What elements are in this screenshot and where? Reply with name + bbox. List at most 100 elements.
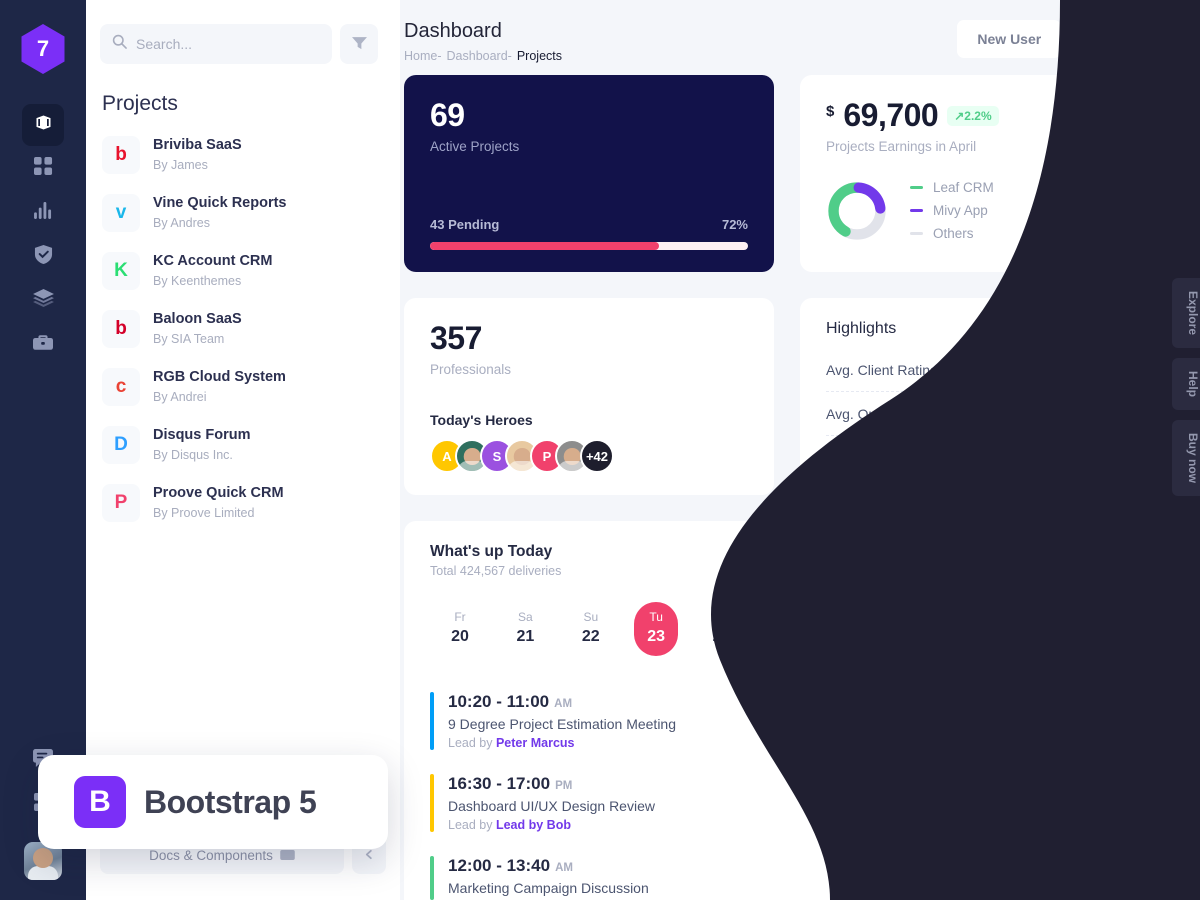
day-cell[interactable]: Fri 27 xyxy=(896,602,940,656)
day-weekday: Tu xyxy=(649,610,663,624)
day-weekday: Su xyxy=(1041,610,1056,624)
whats-up-title: What's up Today xyxy=(430,543,553,560)
highlights-rows: Avg. Client Rating ↗ 7.8/10 Avg. Quotes ↙ 730… xyxy=(826,348,1144,479)
day-cell[interactable]: Fr 20 xyxy=(438,602,482,656)
legend-label: Mivy App xyxy=(933,203,988,218)
event-row: 12:00 - 13:40 AM Marketing Campaign Discus… xyxy=(430,844,1144,900)
bar-chart-icon xyxy=(33,202,53,224)
day-cell[interactable]: Tu 23 xyxy=(634,602,679,656)
project-item[interactable]: K KC Account CRM By Keenthemes xyxy=(100,242,386,300)
event-lead-name[interactable]: Peter Marcus xyxy=(496,736,575,750)
search-input[interactable] xyxy=(136,36,320,52)
event-lead-name[interactable]: Lead by Bob xyxy=(496,818,571,832)
main-content: Dashboard Home- Dashboard- Projects New Us… xyxy=(400,0,1200,900)
rail-item-layers[interactable] xyxy=(22,280,64,322)
project-item[interactable]: D Disqus Forum By Disqus Inc. xyxy=(100,416,386,474)
event-row: 10:20 - 11:00 AM 9 Degree Project Estimati… xyxy=(430,680,1144,762)
event-lead-prefix: Lead by xyxy=(448,818,496,832)
day-number: 28 xyxy=(974,628,993,645)
project-item[interactable]: b Baloon SaaS By SIA Team xyxy=(100,300,386,358)
cube-icon xyxy=(33,112,54,138)
project-text: Vine Quick Reports By Andres xyxy=(153,194,287,232)
earnings-change-value: 2.2% xyxy=(964,108,992,123)
progress-fill xyxy=(430,242,659,250)
rail-item-grid[interactable] xyxy=(22,148,64,190)
filter-button[interactable] xyxy=(340,24,378,64)
breadcrumb: Home- Dashboard- Projects xyxy=(404,49,562,63)
highlight-label: Avg. Client Rating xyxy=(826,361,938,378)
whats-up-titles: What's up Today Total 424,567 deliveries xyxy=(430,543,561,578)
new-goal-button[interactable]: New Goal xyxy=(1071,20,1175,58)
event-time-row: 12:00 - 13:40 AM xyxy=(448,856,649,876)
dashboard-screen: 7 Search... Projects b Briviba SaaS By J… xyxy=(0,0,1200,900)
event-ampm: AM xyxy=(555,862,573,874)
breadcrumb-item[interactable]: Dashboard- xyxy=(447,49,512,63)
keyboard-icon xyxy=(280,848,295,863)
rail-item-cube[interactable] xyxy=(22,104,64,146)
progress-track xyxy=(430,242,748,250)
highlight-suffix: /10 xyxy=(1125,362,1144,377)
trend-arrow-icon: ↙ xyxy=(1090,405,1102,421)
event-view-button[interactable]: View xyxy=(1080,705,1144,737)
legend-value: $2,820 xyxy=(1102,203,1144,218)
event-view-button[interactable]: View xyxy=(1080,862,1144,894)
earnings-change-badge: ↗2.2% xyxy=(947,105,999,126)
event-time: 16:30 - 17:00 xyxy=(448,774,551,793)
project-item[interactable]: c RGB Cloud System By Andrei xyxy=(100,358,386,416)
edge-tab[interactable]: Buy now xyxy=(1172,420,1200,497)
report-center-button[interactable]: Report Cecnter xyxy=(1018,543,1144,577)
legend-row: Others $45,257 xyxy=(910,222,1144,245)
breadcrumb-item[interactable]: Home- xyxy=(404,49,442,63)
project-logo-icon: D xyxy=(102,426,140,464)
arrow-up-icon: ↗ xyxy=(954,108,965,123)
new-user-button[interactable]: New User xyxy=(957,20,1062,58)
earnings-amount-row: $ 69,700 ↗2.2% xyxy=(826,97,1144,134)
app-logo[interactable]: 7 xyxy=(21,24,65,74)
edge-tab[interactable]: Explore xyxy=(1172,278,1200,349)
project-name: RGB Cloud System xyxy=(153,369,286,386)
whats-up-header: What's up Today Total 424,567 deliveries… xyxy=(430,543,1144,578)
day-cell[interactable]: Su 29 xyxy=(1027,602,1071,656)
project-text: Proove Quick CRM By Proove Limited xyxy=(153,484,284,522)
professionals-card: 357 Professionals Today's Heroes A S P +42 xyxy=(404,298,774,495)
rail-item-security[interactable] xyxy=(22,236,64,278)
project-item[interactable]: b Briviba SaaS By James xyxy=(100,126,386,184)
avatar-overflow-count[interactable]: +42 xyxy=(580,439,614,473)
bootstrap-promo-card[interactable]: B Bootstrap 5 xyxy=(38,755,388,849)
day-number: 26 xyxy=(843,628,862,645)
pending-label: 43 Pending xyxy=(430,217,500,232)
earnings-card: $ 69,700 ↗2.2% Projects Earnings in Apri… xyxy=(800,75,1170,272)
layers-icon xyxy=(32,289,54,313)
day-number: 30 xyxy=(1105,628,1123,645)
day-cell[interactable]: We 25 xyxy=(765,602,809,656)
day-cell[interactable]: Su 22 xyxy=(569,602,613,656)
project-text: RGB Cloud System By Andrei xyxy=(153,368,286,406)
event-view-button[interactable]: View xyxy=(1080,787,1144,819)
rail-item-projects[interactable] xyxy=(22,324,64,366)
rail-item-analytics[interactable] xyxy=(22,192,64,234)
project-author: By Keenthemes xyxy=(153,273,242,288)
highlights-card: Highlights Avg. Client Rating ↗ 7.8/10 Avg.… xyxy=(800,298,1170,495)
event-accent-bar xyxy=(430,692,434,750)
day-cell[interactable]: Th 26 xyxy=(830,602,874,656)
edge-tab[interactable]: Help xyxy=(1172,358,1200,411)
project-item[interactable]: P Proove Quick CRM By Proove Limited xyxy=(100,474,386,532)
events-list: 10:20 - 11:00 AM 9 Degree Project Estimati… xyxy=(430,680,1144,900)
project-text: Briviba SaaS By James xyxy=(153,136,242,174)
search-box[interactable] xyxy=(100,24,332,64)
day-cell[interactable]: Tu 24 xyxy=(700,602,744,656)
day-number: 27 xyxy=(908,628,927,645)
day-number: 25 xyxy=(778,628,796,645)
project-logo-icon: v xyxy=(102,194,140,232)
project-text: Disqus Forum By Disqus Inc. xyxy=(153,426,250,464)
active-projects-count: 69 xyxy=(430,97,465,133)
day-cell[interactable]: Sa 28 xyxy=(961,602,1005,656)
project-author: By Andrei xyxy=(153,389,207,404)
active-projects-card: 69 Active Projects 43 Pending 72% xyxy=(404,75,774,272)
project-item[interactable]: v Vine Quick Reports By Andres xyxy=(100,184,386,242)
day-cell[interactable]: Mo 30 xyxy=(1092,602,1136,656)
earnings-amount: 69,700 xyxy=(843,97,939,133)
day-cell[interactable]: Sa 21 xyxy=(503,602,547,656)
highlight-value-group: ↗ 7.8/10 xyxy=(1076,361,1144,378)
highlight-row: Avg. Client Rating ↗ 7.8/10 xyxy=(826,348,1144,392)
